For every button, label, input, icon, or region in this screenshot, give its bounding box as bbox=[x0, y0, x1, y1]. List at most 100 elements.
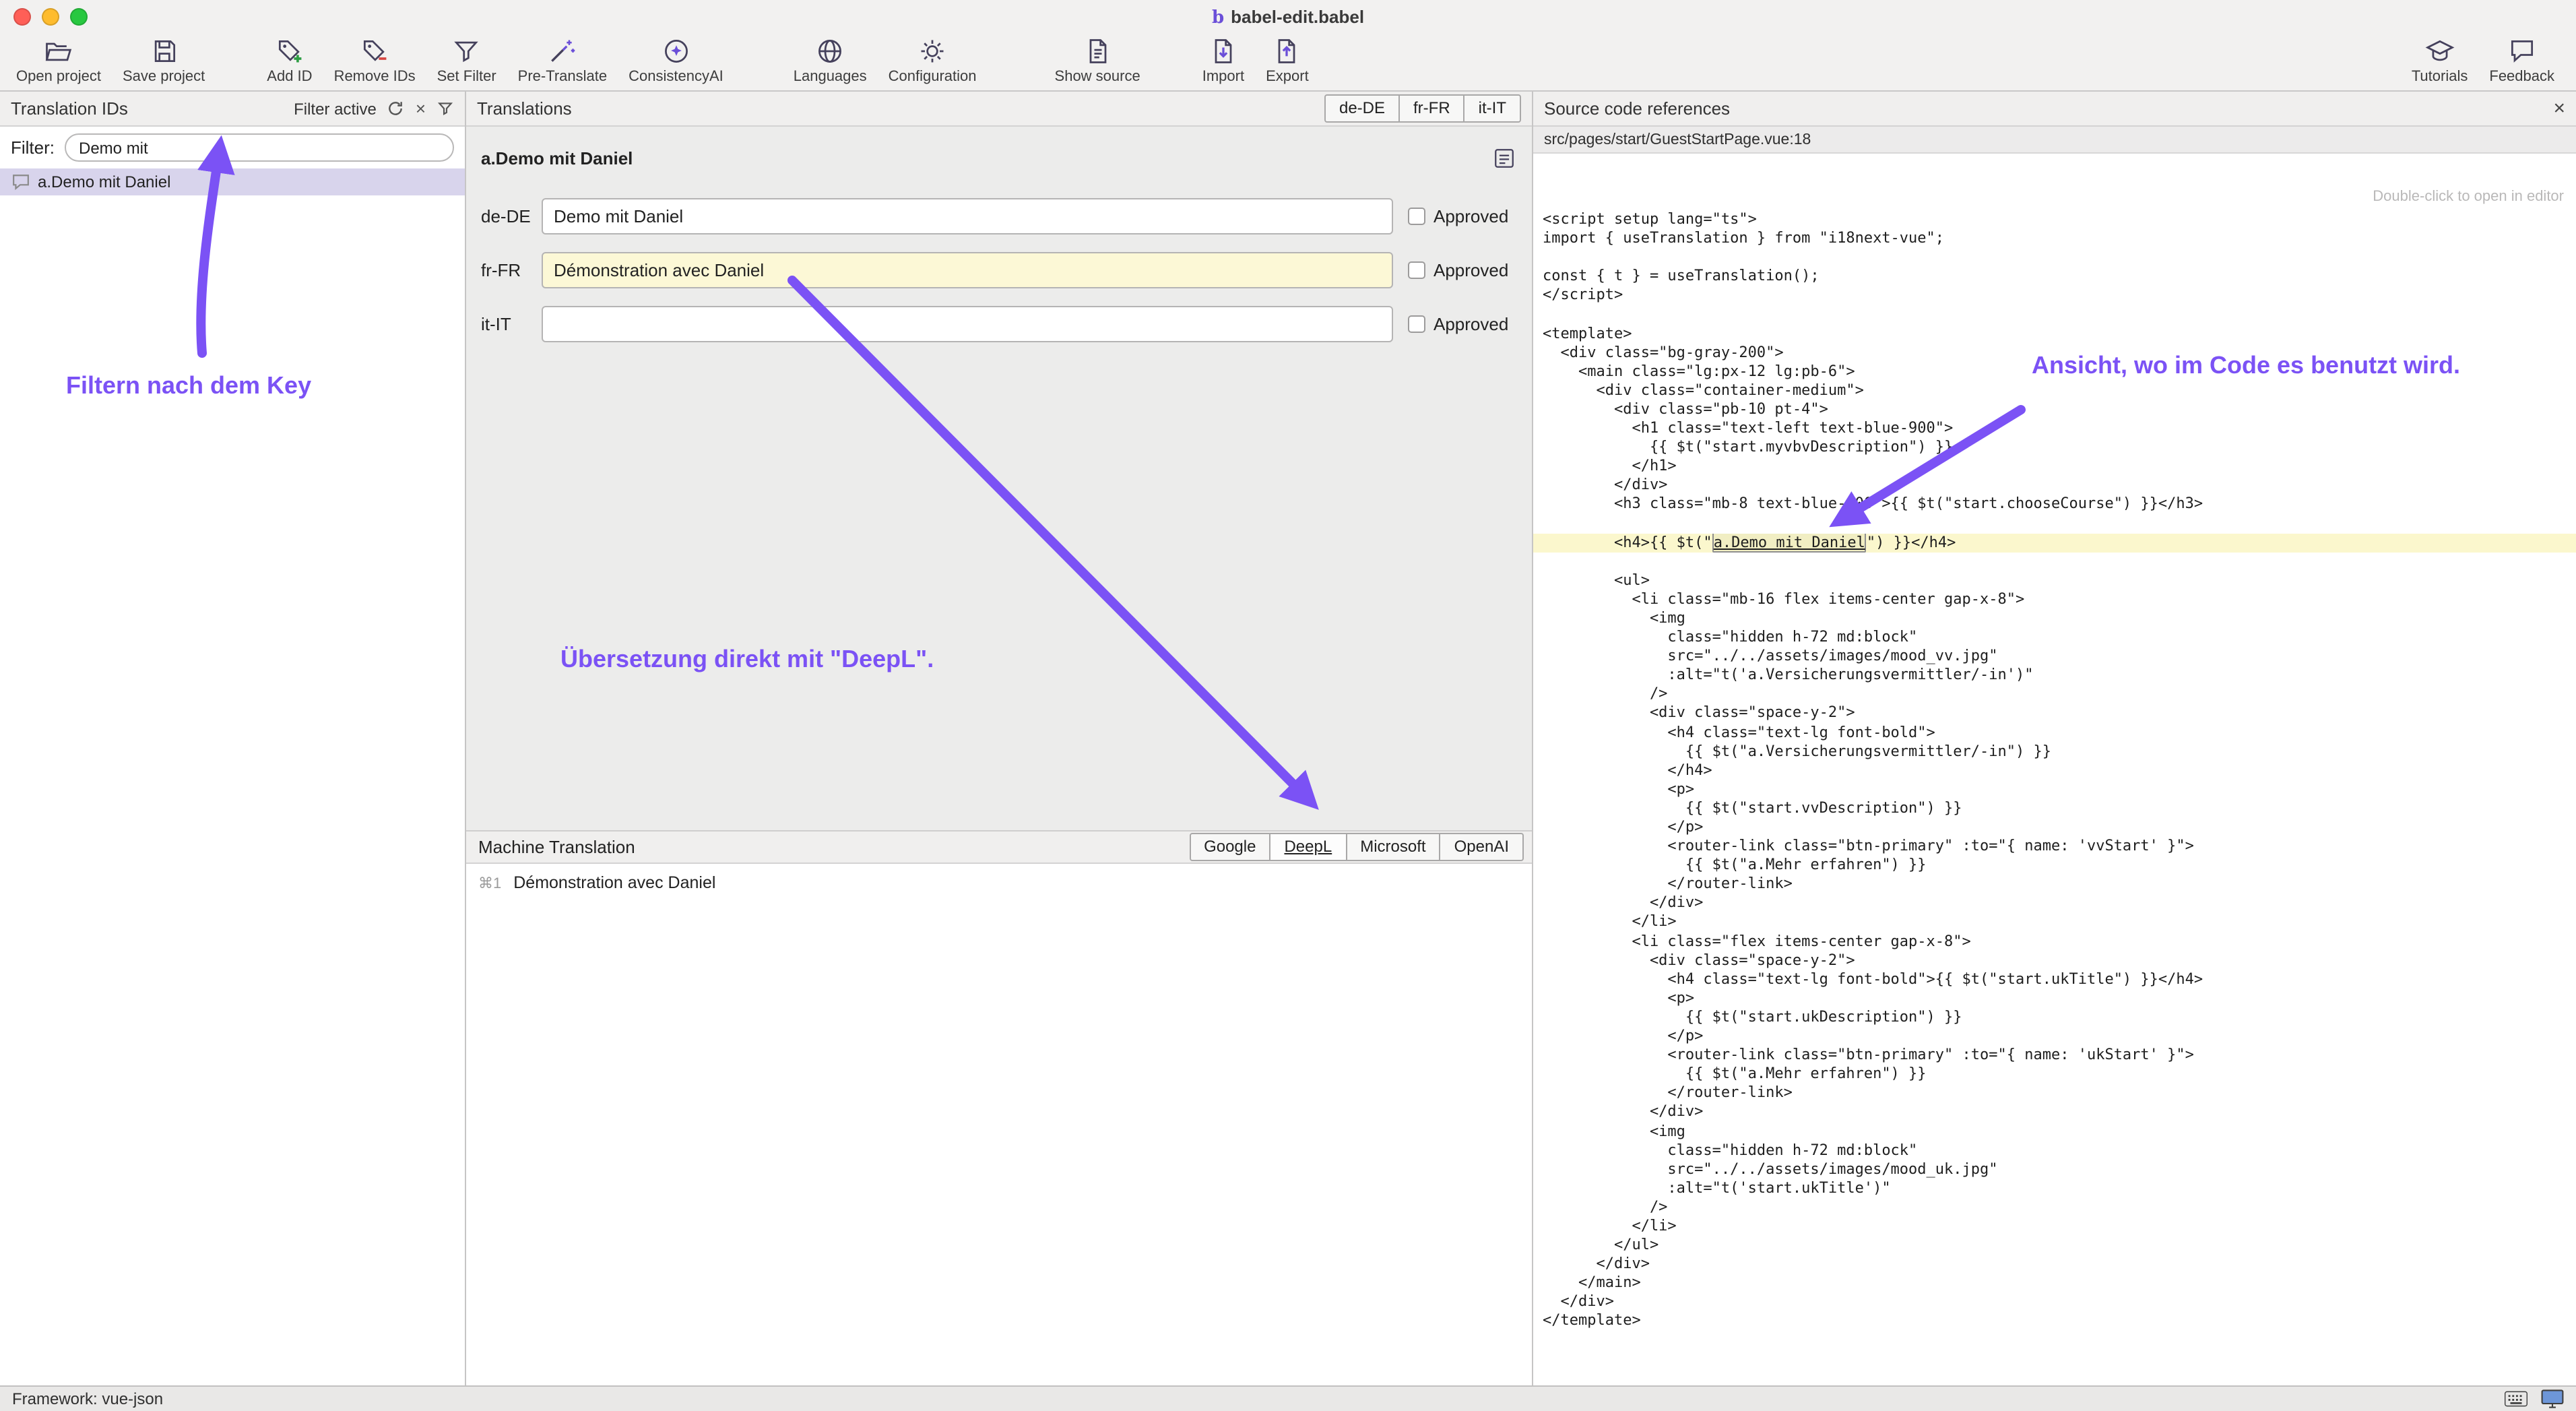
panel-title: Machine Translation bbox=[478, 837, 635, 857]
toolbar-label: Configuration bbox=[889, 69, 977, 85]
tutorials-button[interactable]: Tutorials bbox=[2401, 32, 2479, 88]
panel-title: Translation IDs bbox=[11, 98, 128, 119]
provider-google-button[interactable]: Google bbox=[1189, 833, 1270, 861]
approved-label: Approved bbox=[1434, 260, 1508, 280]
approved-checkbox-fr-FR[interactable] bbox=[1408, 261, 1425, 279]
remove-ids-button[interactable]: Remove IDs bbox=[323, 32, 426, 88]
show-source-button[interactable]: Show source bbox=[1044, 32, 1151, 88]
clear-filter-icon[interactable]: × bbox=[416, 98, 426, 119]
code-line: {{ $t("start.myvbvDescription") }} bbox=[1533, 438, 2576, 457]
code-line: src="../../assets/images/mood_uk.jpg" bbox=[1533, 1160, 2576, 1179]
source-reference-path: src/pages/start/GuestStartPage.vue:18 bbox=[1544, 131, 1811, 148]
code-line: :alt="t('a.Versicherungsvermittler/-in')… bbox=[1533, 666, 2576, 685]
machine-translation-body: ⌘1 Démonstration avec Daniel bbox=[466, 864, 1532, 1385]
refresh-icon[interactable] bbox=[387, 100, 405, 117]
filter-label: Filter: bbox=[11, 137, 55, 158]
code-line: <div class="pb-10 pt-4"> bbox=[1533, 400, 2576, 419]
wand-icon bbox=[548, 35, 577, 67]
keyboard-icon[interactable] bbox=[2505, 1391, 2527, 1407]
approved-checkbox-de-DE[interactable] bbox=[1408, 208, 1425, 225]
code-line: src="../../assets/images/mood_vv.jpg" bbox=[1533, 647, 2576, 666]
code-line: </div> bbox=[1533, 1103, 2576, 1122]
open-project-button[interactable]: Open project bbox=[5, 32, 112, 88]
annotation-deepl: Übersetzung direkt mit "DeepL". bbox=[560, 646, 934, 674]
titlebar: bbabel-edit.babel bbox=[0, 0, 2576, 32]
export-icon bbox=[1273, 35, 1302, 67]
configuration-button[interactable]: Configuration bbox=[878, 32, 988, 88]
code-line: <li class="mb-16 flex items-center gap-x… bbox=[1533, 590, 2576, 609]
export-button[interactable]: Export bbox=[1255, 32, 1320, 88]
languages-button[interactable]: Languages bbox=[783, 32, 878, 88]
toolbar-label: Save project bbox=[123, 69, 205, 85]
code-line bbox=[1533, 305, 2576, 324]
tag-minus-icon bbox=[360, 35, 389, 67]
graduation-cap-icon bbox=[2425, 35, 2455, 67]
filter-icon[interactable] bbox=[437, 100, 454, 117]
toolbar-label: Set Filter bbox=[437, 69, 496, 85]
import-button[interactable]: Import bbox=[1192, 32, 1255, 88]
annotation-source-usage: Ansicht, wo im Code es benutzt wird. bbox=[2032, 352, 2460, 380]
code-line: /> bbox=[1533, 685, 2576, 704]
code-line: class="hidden h-72 md:block" bbox=[1533, 628, 2576, 647]
speech-bubble-icon bbox=[2507, 35, 2537, 67]
translation-id-item[interactable]: a.Demo mit Daniel bbox=[0, 168, 465, 195]
code-line: {{ $t("start.ukDescription") }} bbox=[1533, 1008, 2576, 1027]
feedback-button[interactable]: Feedback bbox=[2478, 32, 2565, 88]
machine-translation-result[interactable]: ⌘1 Démonstration avec Daniel bbox=[466, 864, 1532, 892]
provider-microsoft-button[interactable]: Microsoft bbox=[1347, 833, 1440, 861]
shortcut-badge: ⌘1 bbox=[478, 874, 501, 891]
tab-fr-FR[interactable]: fr-FR bbox=[1400, 94, 1465, 123]
code-line: /> bbox=[1533, 1198, 2576, 1217]
consistency-ai-button[interactable]: ConsistencyAI bbox=[618, 32, 734, 88]
display-icon[interactable] bbox=[2541, 1389, 2564, 1408]
approved-checkbox-it-IT[interactable] bbox=[1408, 315, 1425, 333]
code-line: <h4 class="text-lg font-bold"> bbox=[1533, 723, 2576, 742]
toolbar-label: Import bbox=[1202, 69, 1244, 85]
gear-icon bbox=[917, 35, 947, 67]
code-line: </div> bbox=[1533, 894, 2576, 913]
code-line: <div class="container-medium"> bbox=[1533, 381, 2576, 400]
language-label: fr-FR bbox=[481, 260, 542, 280]
translation-input-fr-FR[interactable] bbox=[542, 252, 1393, 288]
translations-header: Translations de-DE fr-FR it-IT bbox=[466, 92, 1532, 127]
comment-icon[interactable] bbox=[1493, 147, 1516, 170]
translations-panel: Translations de-DE fr-FR it-IT a.Demo mi… bbox=[466, 92, 1533, 1385]
translation-input-de-DE[interactable] bbox=[542, 198, 1393, 234]
code-line: </template> bbox=[1533, 1312, 2576, 1331]
provider-openai-button[interactable]: OpenAI bbox=[1441, 833, 1524, 861]
toolbar-label: Languages bbox=[794, 69, 867, 85]
app-icon: b bbox=[1212, 8, 1224, 28]
approved-control: Approved bbox=[1408, 260, 1508, 280]
code-line: </div> bbox=[1533, 476, 2576, 495]
provider-deepl-button[interactable]: DeepL bbox=[1270, 833, 1347, 861]
toolbar-label: Feedback bbox=[2489, 69, 2554, 85]
highlighted-translation-key[interactable]: a.Demo mit Daniel bbox=[1712, 533, 1867, 552]
set-filter-button[interactable]: Set Filter bbox=[426, 32, 507, 88]
code-line: <h4>{{ $t("a.Demo mit Daniel") }}</h4> bbox=[1533, 533, 2576, 552]
save-project-button[interactable]: Save project bbox=[112, 32, 216, 88]
code-line: <template> bbox=[1533, 324, 2576, 343]
code-line: </ul> bbox=[1533, 1236, 2576, 1255]
close-panel-icon[interactable]: × bbox=[2553, 98, 2565, 119]
open-in-editor-hint: Double-click to open in editor bbox=[2373, 189, 2564, 205]
code-line: </script> bbox=[1533, 286, 2576, 305]
status-bar: Framework: vue-json bbox=[0, 1385, 2576, 1411]
translation-row-de-DE: de-DE Approved bbox=[481, 198, 1508, 234]
filter-active-label: Filter active bbox=[294, 99, 377, 118]
toolbar-label: Add ID bbox=[267, 69, 312, 85]
translation-input-it-IT[interactable] bbox=[542, 306, 1393, 342]
add-id-button[interactable]: Add ID bbox=[256, 32, 323, 88]
tab-de-DE[interactable]: de-DE bbox=[1324, 94, 1400, 123]
code-line: <ul> bbox=[1533, 571, 2576, 590]
code-line: :alt="t('start.ukTitle')" bbox=[1533, 1179, 2576, 1198]
current-translation-id: a.Demo mit Daniel bbox=[481, 148, 633, 168]
tab-it-IT[interactable]: it-IT bbox=[1465, 94, 1521, 123]
pre-translate-button[interactable]: Pre-Translate bbox=[507, 32, 618, 88]
code-line: <div class="space-y-2"> bbox=[1533, 951, 2576, 970]
filter-row: Filter: bbox=[0, 127, 465, 168]
code-line: {{ $t("a.Mehr erfahren") }} bbox=[1533, 1065, 2576, 1084]
machine-translation-header: Machine Translation Google DeepL Microso… bbox=[466, 830, 1532, 864]
translation-ids-panel: Translation IDs Filter active × Filter: … bbox=[0, 92, 466, 1385]
source-reference-bar[interactable]: src/pages/start/GuestStartPage.vue:18 bbox=[1533, 127, 2576, 154]
filter-input[interactable] bbox=[64, 133, 454, 162]
